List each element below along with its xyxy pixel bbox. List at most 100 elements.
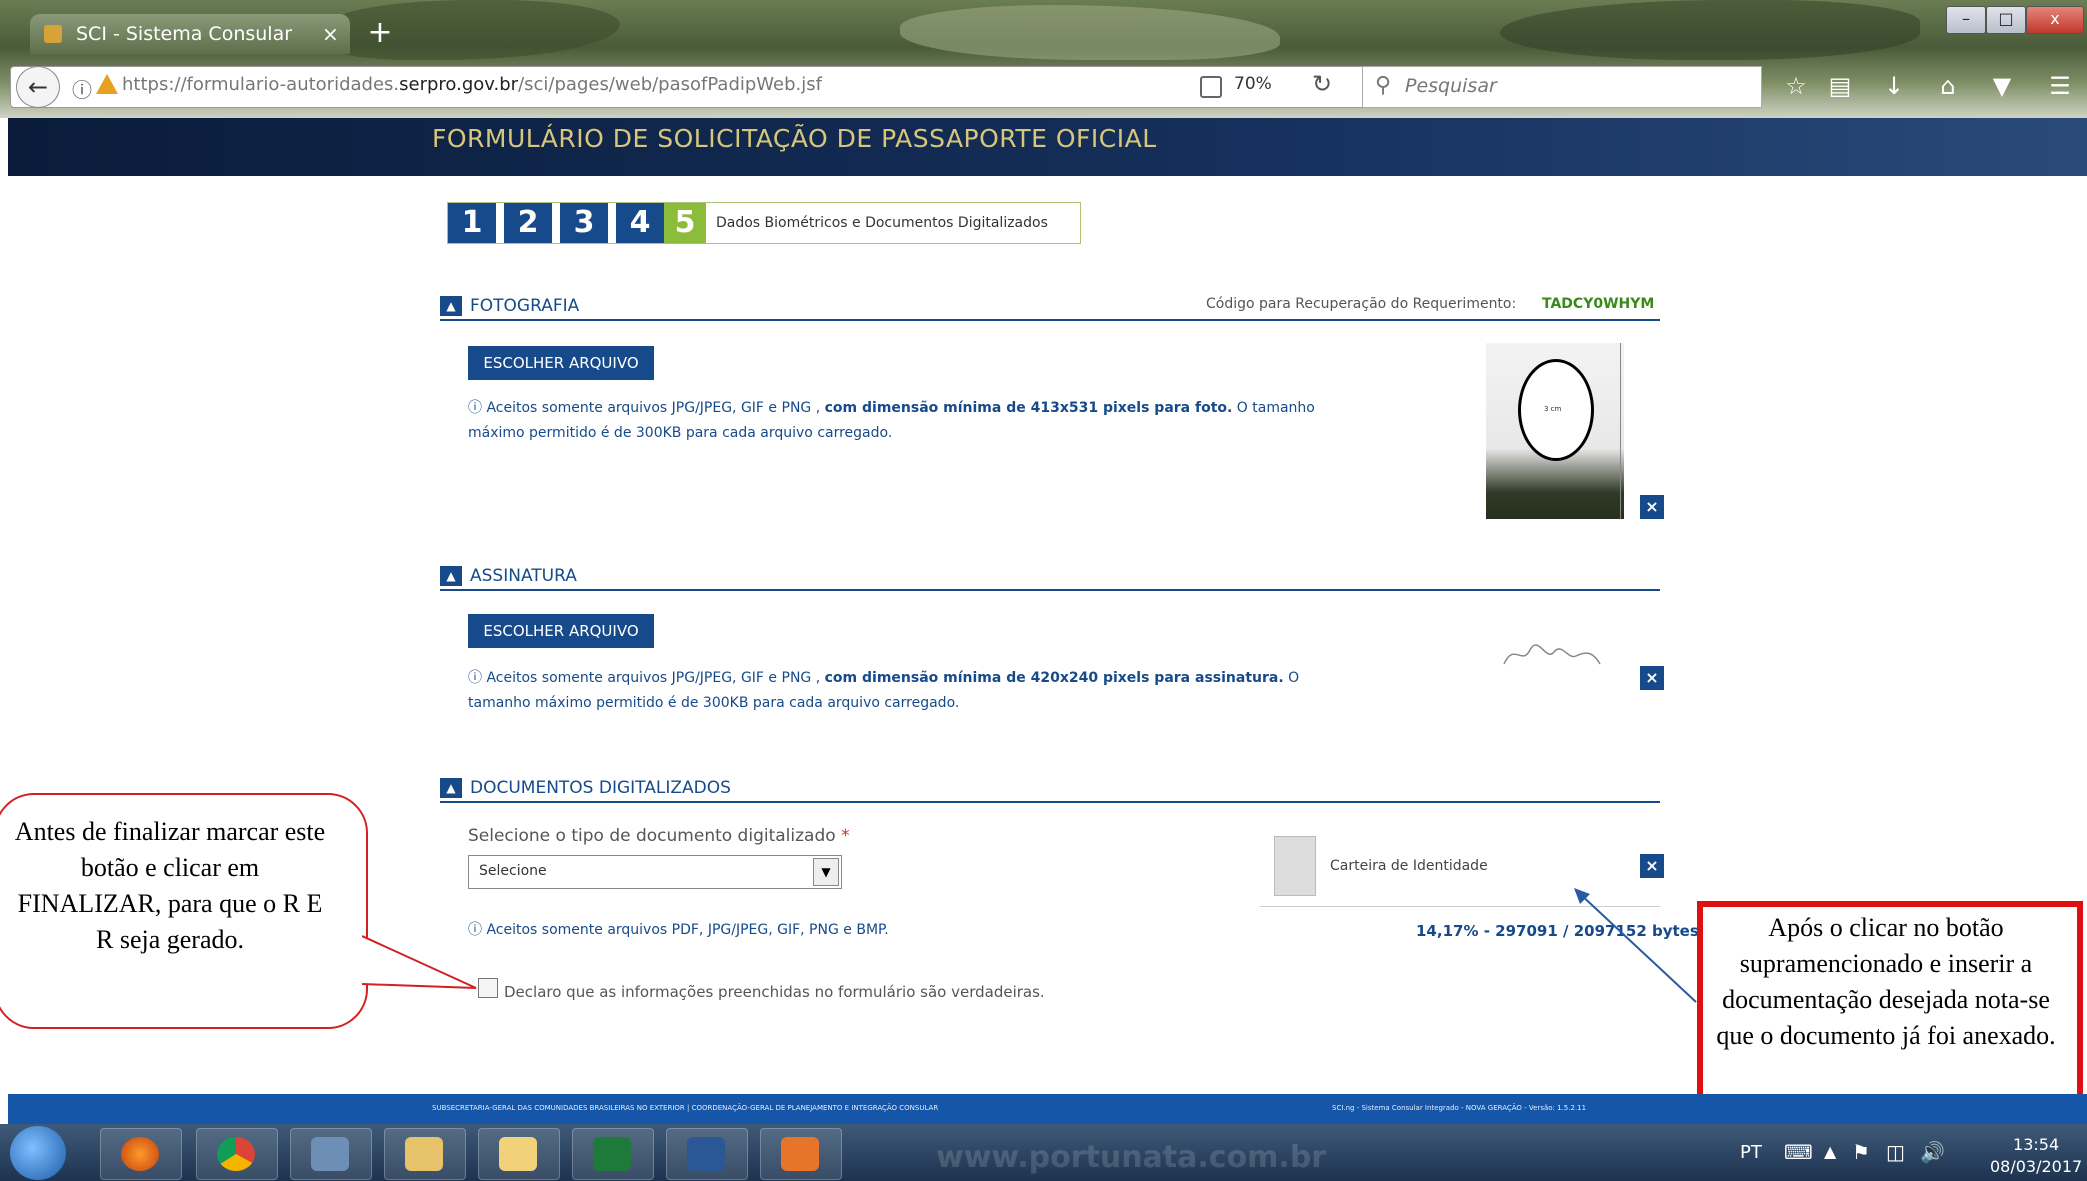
taskbar-explorer-1[interactable] <box>290 1128 372 1180</box>
footer-right-text: SCI.ng - Sistema Consular Integrado - NO… <box>1332 1104 1587 1112</box>
signature-preview <box>1503 644 1601 665</box>
pocket-icon[interactable]: ▼ <box>1982 66 2022 106</box>
network-icon[interactable]: ◫ <box>1886 1140 1905 1164</box>
watermark: www.portunata.com.br <box>936 1140 1327 1175</box>
clock-date: 08/03/2017 <box>1990 1157 2083 1176</box>
chevron-down-icon[interactable]: ▼ <box>813 858 839 886</box>
site-info-icon[interactable]: ⓘ <box>72 74 92 103</box>
callout-arrow <box>1574 888 1697 1003</box>
back-button[interactable]: ← <box>16 66 60 108</box>
signature-info-suffix: O <box>1288 670 1300 686</box>
declaration-label[interactable]: Declaro que as informações preenchidas n… <box>504 983 1045 1001</box>
taskbar-word[interactable] <box>666 1128 748 1180</box>
section-title-signature: ASSINATURA <box>470 566 577 586</box>
minimize-button[interactable]: – <box>1946 6 1986 34</box>
pdf-icon <box>781 1137 819 1171</box>
document-name: Carteira de Identidade <box>1330 858 1488 874</box>
language-indicator[interactable]: PT <box>1740 1142 1762 1163</box>
window-close-button[interactable]: x <box>2026 6 2084 34</box>
collapse-photo-button[interactable]: ▲ <box>440 296 462 316</box>
keyboard-icon[interactable]: ⌨ <box>1784 1140 1813 1164</box>
firefox-icon <box>121 1137 159 1171</box>
step-1[interactable]: 1 <box>448 203 496 243</box>
step-2[interactable]: 2 <box>504 203 552 243</box>
taskbar-explorer-3[interactable] <box>478 1128 560 1180</box>
tray-expand-icon[interactable]: ▲ <box>1824 1142 1836 1161</box>
warning-icon <box>96 74 118 94</box>
taskbar-firefox[interactable] <box>100 1128 182 1180</box>
remove-photo-button[interactable]: × <box>1640 495 1664 519</box>
downloads-icon[interactable]: ↓ <box>1874 66 1914 106</box>
documents-info-text: Aceitos somente arquivos PDF, JPG/JPEG, … <box>486 922 889 938</box>
choose-signature-button[interactable]: ESCOLHER ARQUIVO <box>468 614 654 648</box>
url-domain: serpro.gov.br <box>399 74 519 95</box>
reload-icon[interactable]: ↻ <box>1312 70 1332 98</box>
search-input[interactable]: ⚲ Pesquisar <box>1362 66 1762 108</box>
recovery-code: TADCY0WHYM <box>1542 296 1655 312</box>
page-footer <box>8 1094 2087 1124</box>
collapse-signature-button[interactable]: ▲ <box>440 566 462 586</box>
section-title-documents: DOCUMENTOS DIGITALIZADOS <box>470 778 731 798</box>
page-title: FORMULÁRIO DE SOLICITAÇÃO DE PASSAPORTE … <box>432 124 1157 153</box>
section-divider <box>440 801 1660 803</box>
info-icon: ⓘ <box>468 400 487 416</box>
folder-icon <box>311 1137 349 1171</box>
footer-left-text: SUBSECRETARIA-GERAL DAS COMUNIDADES BRAS… <box>432 1104 939 1112</box>
taskbar-chrome[interactable] <box>196 1128 278 1180</box>
collapse-documents-button[interactable]: ▲ <box>440 778 462 798</box>
maximize-button[interactable]: □ <box>1986 6 2026 34</box>
document-type-value: Selecione <box>479 863 547 879</box>
taskbar-explorer-2[interactable] <box>384 1128 466 1180</box>
url-path: /sci/pages/web/pasofPadipWeb.jsf <box>518 74 822 95</box>
documents-info: ⓘ Aceitos somente arquivos PDF, JPG/JPEG… <box>468 918 889 943</box>
menu-icon[interactable]: ☰ <box>2040 66 2080 106</box>
folder-icon <box>499 1137 537 1171</box>
document-type-select[interactable]: Selecione ▼ <box>468 855 842 889</box>
callout-left-text: Antes de finalizar marcar este botão e c… <box>14 817 326 954</box>
reader-view-icon[interactable] <box>1200 76 1222 98</box>
new-tab-button[interactable]: + <box>362 16 398 52</box>
signature-info: ⓘ Aceitos somente arquivos JPG/JPEG, GIF… <box>468 666 1368 716</box>
step-indicator: 1 2 3 4 5 Dados Biométricos e Documentos… <box>447 202 1081 244</box>
clock[interactable]: 13:54 08/03/2017 <box>1990 1134 2082 1178</box>
photo-info: ⓘ Aceitos somente arquivos JPG/JPEG, GIF… <box>468 396 1368 446</box>
required-mark: * <box>841 826 850 846</box>
document-type-label: Selecione o tipo de documento digitaliza… <box>468 826 850 846</box>
remove-document-button[interactable]: × <box>1640 854 1664 878</box>
volume-icon[interactable]: 🔊 <box>1920 1140 1945 1164</box>
document-type-label-text: Selecione o tipo de documento digitaliza… <box>468 826 836 846</box>
bookmark-star-icon[interactable]: ☆ <box>1776 66 1816 106</box>
browser-tab[interactable]: SCI - Sistema Consular Inte... × <box>30 14 350 85</box>
photo-guide-line <box>1620 343 1621 519</box>
url-text[interactable]: https://formulario-autoridades.serpro.go… <box>122 74 822 95</box>
signature-info-bold: com dimensão mínima de 420x240 pixels pa… <box>824 670 1284 686</box>
photo-info-prefix: Aceitos somente arquivos JPG/JPEG, GIF e… <box>486 400 821 416</box>
photo-measure-label: 3 cm <box>1544 405 1562 413</box>
step-3[interactable]: 3 <box>560 203 608 243</box>
callout-left-pointer <box>362 935 477 989</box>
zoom-level[interactable]: 70% <box>1234 74 1272 94</box>
flag-icon[interactable]: ⚑ <box>1852 1140 1870 1164</box>
info-icon: ⓘ <box>468 670 487 686</box>
word-icon <box>687 1137 725 1171</box>
tab-close-icon[interactable]: × <box>322 14 339 54</box>
bookmarks-list-icon[interactable]: ▤ <box>1820 66 1860 106</box>
step-5[interactable]: 5 <box>664 203 706 243</box>
step-label: Dados Biométricos e Documentos Digitaliz… <box>716 215 1048 231</box>
callout-right-text: Após o clicar no botão supramencionado e… <box>1716 913 2056 1050</box>
taskbar-pdf[interactable] <box>760 1128 842 1180</box>
photo-preview: 3 cm <box>1486 343 1624 519</box>
start-button[interactable] <box>10 1126 66 1180</box>
chrome-icon <box>217 1137 255 1171</box>
step-4[interactable]: 4 <box>616 203 664 243</box>
site-favicon-icon <box>44 25 62 43</box>
photo-info-suffix: O tamanho <box>1236 400 1315 416</box>
taskbar-excel[interactable] <box>572 1128 654 1180</box>
url-prefix: https://formulario-autoridades. <box>122 74 400 95</box>
remove-signature-button[interactable]: × <box>1640 666 1664 690</box>
home-icon[interactable]: ⌂ <box>1928 66 1968 106</box>
choose-photo-button[interactable]: ESCOLHER ARQUIVO <box>468 346 654 380</box>
clock-time: 13:54 <box>2013 1135 2060 1154</box>
section-divider <box>440 589 1660 591</box>
section-divider <box>440 319 1660 321</box>
